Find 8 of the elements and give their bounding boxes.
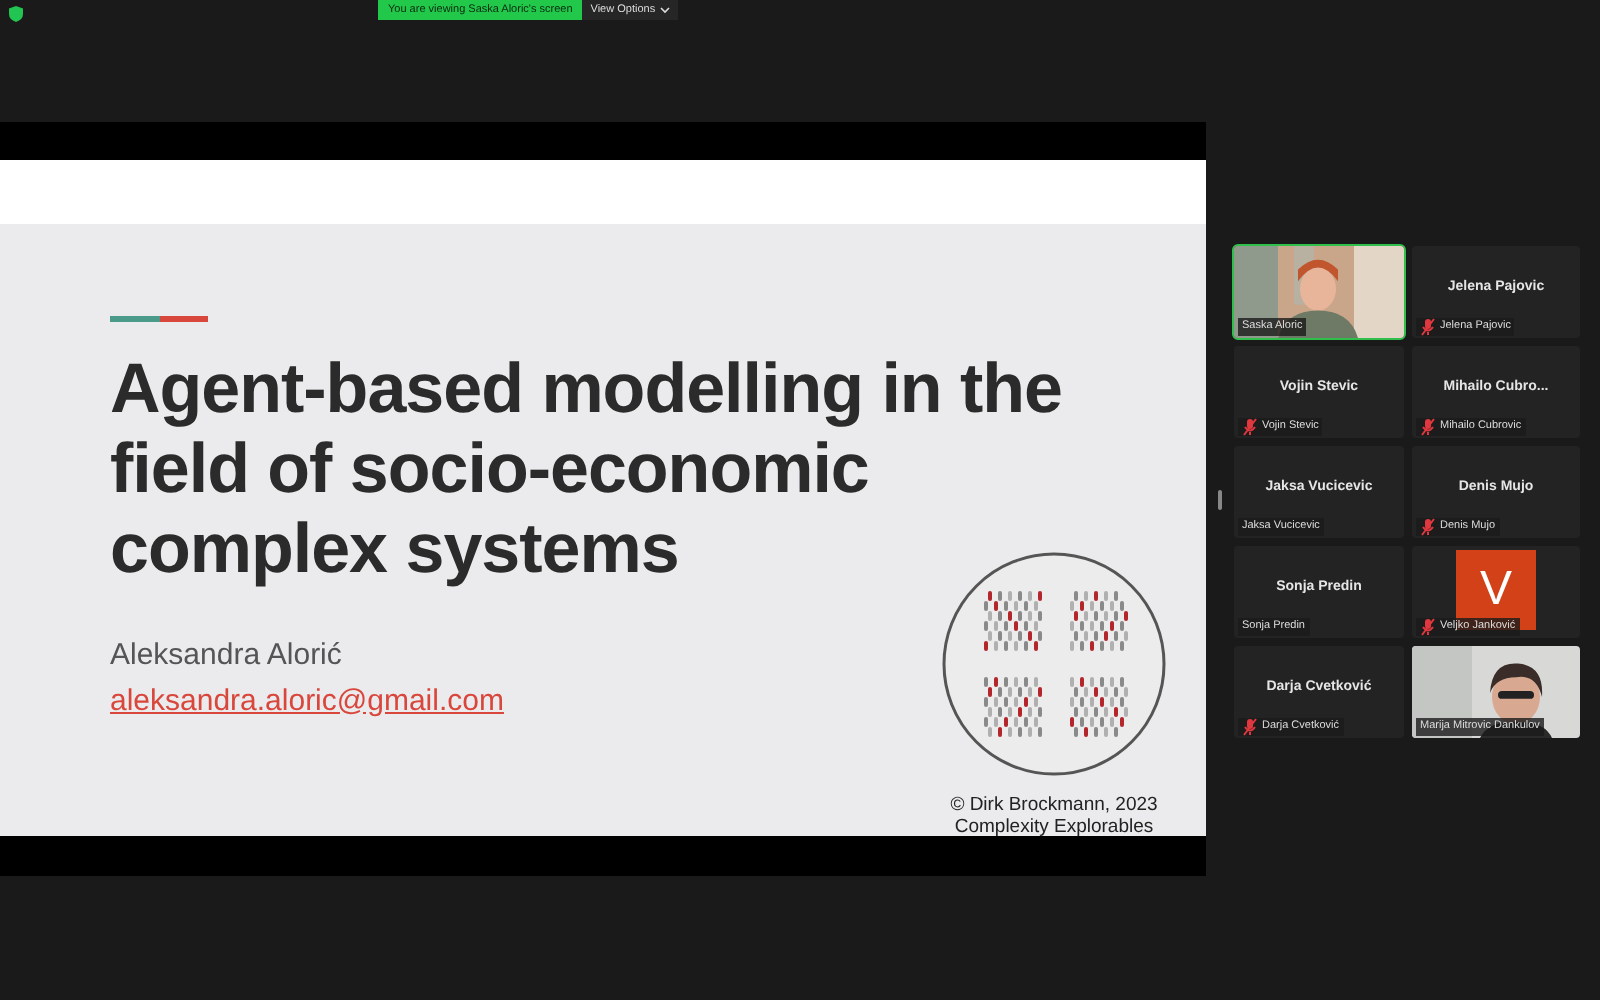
credit-text: Complexity Explorables	[954, 816, 1154, 838]
author-name: Aleksandra Alorić	[110, 636, 344, 676]
slide-title: Agent-based modelling in the field of socio-economic complex systems	[110, 350, 1065, 590]
shield-icon[interactable]	[8, 6, 24, 22]
resize-handle[interactable]	[1218, 489, 1222, 509]
email-link[interactable]: aleksandra.aloric@gmail.com	[110, 679, 504, 724]
credit-text: © Dirk Brockmann, 2023	[950, 794, 1158, 816]
caret-icon	[659, 6, 670, 14]
